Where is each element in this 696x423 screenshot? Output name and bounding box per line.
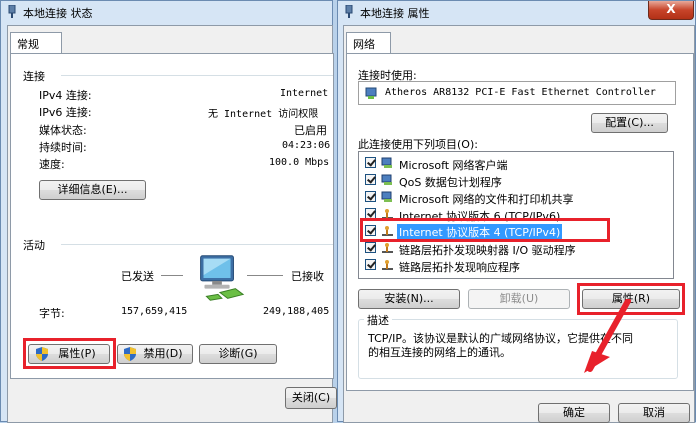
uninstall-button[interactable]: 卸载(U) xyxy=(468,289,570,309)
details-button-label: 详细信息(E)... xyxy=(57,183,128,196)
properties-window: 本地连接 属性 X 网络 连接时使用: Atheros AR8132 PCI-E… xyxy=(337,0,696,423)
status-window: 本地连接 状态 常规 连接 IPv4 连接: Internet IPv6 连接:… xyxy=(0,0,337,423)
annotation-highlight-ipv4 xyxy=(360,218,610,242)
sent-bytes-value: 157,659,415 xyxy=(121,306,188,317)
protocol-icon xyxy=(382,243,393,253)
activity-heading: 活动 xyxy=(23,239,45,252)
list-item[interactable]: Microsoft 网络的文件和打印机共享 xyxy=(359,189,673,206)
list-item[interactable]: 链路层拓扑发现响应程序 xyxy=(359,257,673,274)
ipv4-value: Internet xyxy=(280,88,329,99)
configure-button-label: 配置(C)... xyxy=(605,116,654,129)
cancel-button-label: 取消 xyxy=(643,406,665,419)
list-item-label: QoS 数据包计划程序 xyxy=(399,176,502,189)
adapter-name: Atheros AR8132 PCI-E Fast Ethernet Contr… xyxy=(385,87,656,98)
list-item-label: Microsoft 网络的文件和打印机共享 xyxy=(399,193,574,206)
components-list[interactable]: Microsoft 网络客户端 QoS 数据包计划程序 Microsoft 网络… xyxy=(358,151,674,279)
window-close-button[interactable]: X xyxy=(648,1,694,20)
install-button-label: 安装(N)... xyxy=(384,292,434,305)
network-adapter-icon xyxy=(8,5,16,18)
adapter-box: Atheros AR8132 PCI-E Fast Ethernet Contr… xyxy=(358,81,676,105)
speed-value: 100.0 Mbps xyxy=(269,157,330,168)
sent-line xyxy=(161,275,183,276)
network-activity-icon xyxy=(200,255,245,301)
status-window-titlebar[interactable]: 本地连接 状态 xyxy=(1,1,332,23)
ok-button[interactable]: 确定 xyxy=(538,403,610,423)
configure-button[interactable]: 配置(C)... xyxy=(591,113,668,133)
media-state-value: 已启用 xyxy=(294,124,327,137)
tab-general[interactable]: 常规 xyxy=(10,32,62,54)
annotation-highlight-properties xyxy=(23,338,116,369)
description-line-2: 的相互连接的网络上的通讯。 xyxy=(368,346,511,359)
protocol-icon xyxy=(382,260,393,270)
checkbox[interactable] xyxy=(365,242,376,253)
checkbox[interactable] xyxy=(365,259,376,270)
ipv6-label: IPv6 连接: xyxy=(39,106,92,119)
close-icon: X xyxy=(666,2,676,16)
activity-divider xyxy=(61,244,333,245)
uninstall-button-label: 卸载(U) xyxy=(499,292,539,305)
items-label: 此连接使用下列项目(O): xyxy=(358,138,478,151)
disable-button[interactable]: 禁用(D) xyxy=(117,344,193,364)
list-item-label: 链路层拓扑发现响应程序 xyxy=(399,261,520,274)
list-item-label: Microsoft 网络客户端 xyxy=(399,159,508,172)
tab-networking-label: 网络 xyxy=(353,38,375,51)
connection-divider xyxy=(61,75,333,76)
duration-value: 04:23:06 xyxy=(282,140,331,151)
received-line xyxy=(247,275,283,276)
tab-networking[interactable]: 网络 xyxy=(346,32,391,54)
disable-button-label: 禁用(D) xyxy=(143,347,183,360)
list-item[interactable]: 链路层拓扑发现映射器 I/O 驱动程序 xyxy=(359,240,673,257)
status-window-title: 本地连接 状态 xyxy=(23,7,93,20)
tab-general-label: 常规 xyxy=(17,38,39,51)
speed-label: 速度: xyxy=(39,158,65,171)
ipv6-value: 无 Internet 访问权限 xyxy=(208,109,319,120)
uac-shield-icon xyxy=(124,347,136,361)
checkbox[interactable] xyxy=(365,191,376,202)
qos-icon xyxy=(381,174,392,185)
details-button[interactable]: 详细信息(E)... xyxy=(39,180,146,200)
annotation-arrow xyxy=(584,299,631,373)
status-close-button[interactable]: 关闭(C) xyxy=(285,387,337,409)
install-button[interactable]: 安装(N)... xyxy=(358,289,460,309)
network-adapter-icon xyxy=(345,5,353,18)
connection-heading: 连接 xyxy=(23,70,45,83)
checkbox[interactable] xyxy=(365,174,376,185)
list-item[interactable]: QoS 数据包计划程序 xyxy=(359,172,673,189)
bytes-label: 字节: xyxy=(39,307,65,320)
list-item[interactable]: Microsoft 网络客户端 xyxy=(359,155,673,172)
network-adapter-card-icon xyxy=(365,87,377,99)
media-state-label: 媒体状态: xyxy=(39,124,87,137)
ipv4-label: IPv4 连接: xyxy=(39,89,92,102)
diagnose-button[interactable]: 诊断(G) xyxy=(199,344,277,364)
checkbox[interactable] xyxy=(365,157,376,168)
sent-label: 已发送 xyxy=(121,270,154,283)
received-bytes-value: 249,188,405 xyxy=(263,306,330,317)
status-close-label: 关闭(C) xyxy=(291,391,331,404)
network-client-icon xyxy=(381,157,392,168)
properties-window-title: 本地连接 属性 xyxy=(360,7,430,20)
file-share-icon xyxy=(381,191,392,202)
description-heading: 描述 xyxy=(364,312,392,328)
properties-window-titlebar[interactable]: 本地连接 属性 X xyxy=(338,1,695,23)
list-item-label: 链路层拓扑发现映射器 I/O 驱动程序 xyxy=(399,244,576,257)
duration-label: 持续时间: xyxy=(39,141,87,154)
cancel-button[interactable]: 取消 xyxy=(618,403,690,423)
received-label: 已接收 xyxy=(291,270,324,283)
diagnose-button-label: 诊断(G) xyxy=(218,347,258,360)
ok-button-label: 确定 xyxy=(563,406,585,419)
